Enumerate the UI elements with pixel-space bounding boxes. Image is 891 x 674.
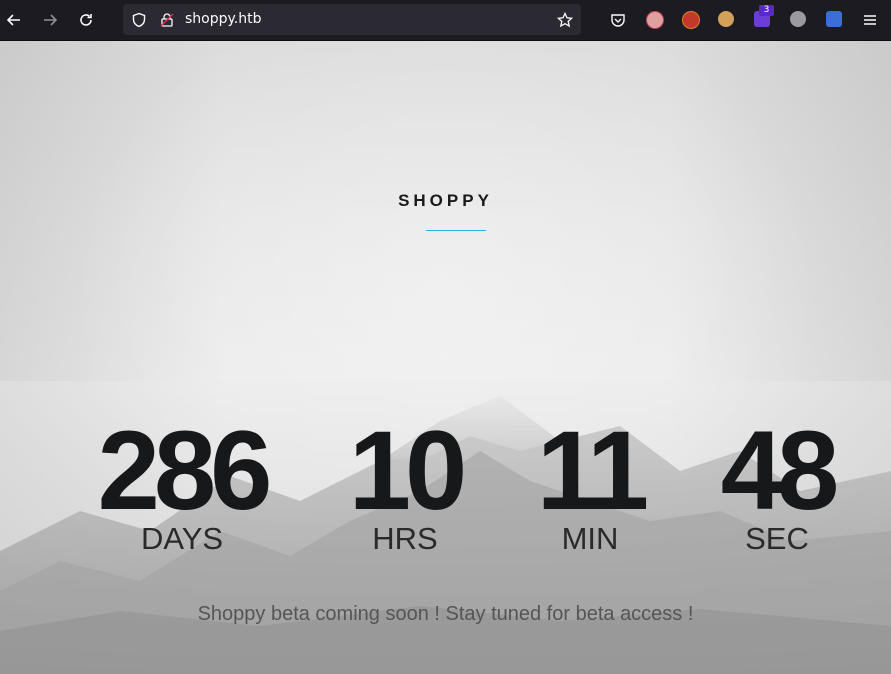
menu-icon <box>864 15 876 25</box>
extension-icon[interactable] <box>790 11 806 27</box>
url-bar[interactable]: shoppy.htb <box>123 4 581 35</box>
countdown-minutes-label: MIN <box>561 521 619 556</box>
countdown-seconds: 48 SEC <box>692 408 862 557</box>
brand-title: SHOPPY <box>398 191 493 210</box>
countdown-days: 286 DAYS <box>82 408 282 557</box>
menu-button[interactable] <box>856 6 884 34</box>
extension-icon[interactable] <box>646 11 664 29</box>
cookie-extension-icon[interactable] <box>718 11 734 27</box>
lock-icon[interactable] <box>159 12 175 28</box>
countdown-hours-label: HRS <box>372 521 438 556</box>
reload-icon <box>80 14 92 26</box>
forward-icon <box>44 14 58 26</box>
back-button[interactable] <box>0 6 28 34</box>
back-icon <box>6 14 20 26</box>
browser-toolbar: shoppy.htb 3 <box>0 0 891 41</box>
star-icon[interactable] <box>557 12 573 28</box>
coming-soon-message: Shoppy beta coming soon ! Stay tuned for… <box>197 603 694 625</box>
countdown-seconds-label: SEC <box>745 521 809 556</box>
pocket-button[interactable] <box>604 6 632 34</box>
shield-icon[interactable] <box>131 12 147 28</box>
countdown-hours: 10 HRS <box>320 408 490 557</box>
title-underline <box>426 230 486 231</box>
countdown-seconds-value: 48 <box>720 408 840 533</box>
reload-button[interactable] <box>72 6 100 34</box>
countdown-days-value: 286 <box>97 408 273 533</box>
countdown-hours-value: 10 <box>348 408 468 533</box>
translate-extension-icon[interactable] <box>826 11 842 27</box>
page-content: SHOPPY 286 DAYS 10 HRS 11 MIN 48 SEC Sho… <box>0 41 891 674</box>
extension-icon[interactable] <box>682 11 700 29</box>
countdown-minutes-value: 11 <box>536 408 649 533</box>
pocket-icon <box>611 14 625 27</box>
extension-badge: 3 <box>759 5 774 16</box>
url-text[interactable]: shoppy.htb <box>185 11 262 27</box>
countdown-minutes: 11 MIN <box>505 408 675 557</box>
forward-button[interactable] <box>36 6 64 34</box>
